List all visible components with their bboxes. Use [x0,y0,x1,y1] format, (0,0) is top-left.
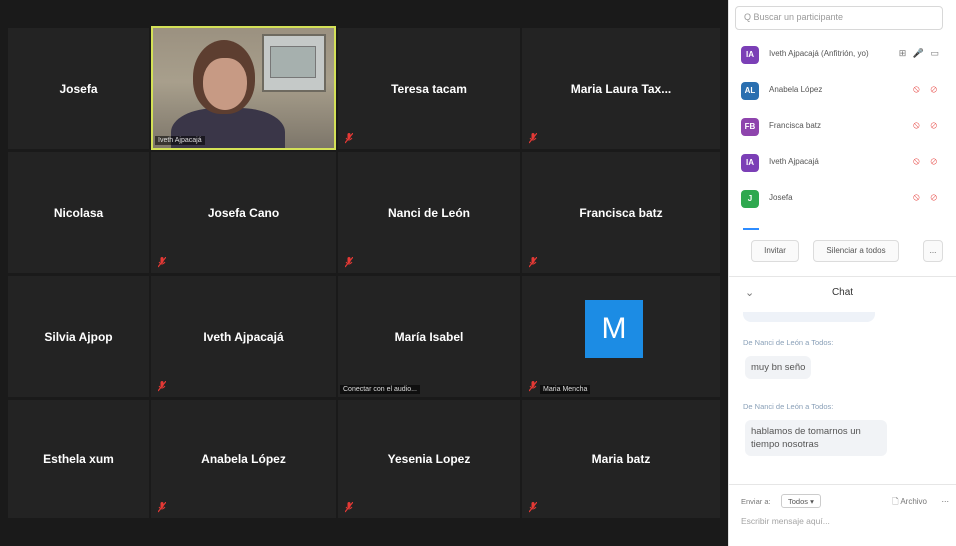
video-tile[interactable]: María Isabel Conectar con el audio... [338,276,520,397]
chat-header: ⌄ Chat [729,286,956,302]
video-tile[interactable]: M Maria Mencha [522,276,720,397]
video-tile[interactable]: Josefa Cano [151,152,336,273]
video-tile[interactable]: Esthela xum [8,400,149,518]
file-button[interactable]: 🗋 Archivo [892,496,927,510]
divider [729,484,956,485]
participant-name: Esthela xum [43,452,114,466]
avatar: IA [741,46,759,64]
person-face [203,58,247,110]
participant-row-name: Iveth Ajpacajá (Anfitrión, yo) [769,49,869,58]
video-gallery: Josefa Iveth Ajpacajá Teresa tacam Maria… [0,0,728,546]
video-tile[interactable]: Teresa tacam [338,28,520,149]
participant-name: Josefa Cano [207,205,280,220]
chat-message-bubble: muy bn seño [745,356,812,379]
participant-row[interactable]: FB Francisca batz ⦸ ⊘ [741,116,953,138]
avatar: FB [741,118,759,136]
avatar: J [741,190,759,208]
video-tile[interactable]: Iveth Ajpacajá [151,276,336,397]
chat-message-bubble: hablamos de tomarnos un tiempo nosotras [745,420,887,456]
video-tile-active-speaker[interactable]: Iveth Ajpacajá [151,26,336,150]
list-scroll-indicator[interactable] [743,228,759,230]
video-tile[interactable]: Maria Laura Tax... [522,28,720,149]
participant-name: Nicolasa [53,205,104,220]
chat-more-button[interactable]: ... [941,494,949,504]
video-tile[interactable]: Silvia Ajpop [8,276,149,397]
participant-name: Maria batz [591,452,651,466]
chat-message-bubble-previous [743,312,875,322]
video-tile[interactable]: Francisca batz [522,152,720,273]
file-icon: 🗋 [892,497,899,506]
participant-caption: Maria Mencha [540,385,591,394]
mute-all-button[interactable]: Silenciar a todos [813,240,899,262]
chat-title: Chat [831,287,854,298]
participant-caption: Conectar con el audio... [340,385,420,394]
participant-name: Josefa [59,81,98,96]
muted-mic-icon [529,381,538,392]
participant-row-name: Francisca batz [769,121,822,130]
video-tile[interactable]: Anabela López [151,400,336,518]
participant-name: Teresa tacam [391,81,467,96]
participant-row-name: Iveth Ajpacajá [769,157,819,166]
participant-row[interactable]: IA Iveth Ajpacajá (Anfitrión, yo) ⊞ 🎤 ▭ [741,44,953,66]
video-tile[interactable]: Maria batz [522,400,720,518]
participant-row[interactable]: J Josefa ⦸ ⊘ [741,188,953,210]
video-tile[interactable]: Nicolasa [8,152,149,273]
participant-row[interactable]: AL Anabela López ⦸ ⊘ [741,80,953,102]
participant-name: Maria Laura Tax... [570,81,672,96]
muted-mic-video-off-icon[interactable]: ⦸ ⊘ [913,120,941,131]
participant-caption: Iveth Ajpacajá [155,136,205,145]
muted-mic-icon [345,502,354,513]
participant-name: Iveth Ajpacajá [203,329,284,344]
muted-mic-icon [345,257,354,268]
participant-name: Yesenia Lopez [387,452,471,466]
chat-message-meta: De Nanci de León a Todos: [743,338,834,347]
camera-feed [153,28,334,148]
participant-search-input[interactable]: Q Buscar un participante [735,6,943,30]
invite-button[interactable]: Invitar [751,240,799,262]
muted-mic-video-off-icon[interactable]: ⦸ ⊘ [913,192,941,203]
video-tile[interactable]: Nanci de León [338,152,520,273]
participant-name: Nanci de León [387,205,470,220]
participant-row-name: Anabela López [769,85,823,94]
side-panel: Q Buscar un participante IA Iveth Ajpaca… [728,0,956,546]
file-label: Archivo [900,497,927,506]
muted-mic-icon [529,133,538,144]
recipient-select[interactable]: Todos ▾ [781,494,821,508]
host-controls-icon[interactable]: ⊞ 🎤 ▭ [899,48,941,59]
muted-mic-icon [158,257,167,268]
background-window [262,34,326,92]
video-tile[interactable]: Josefa [8,28,149,149]
participant-name: Silvia Ajpop [44,329,113,344]
participant-name: Anabela López [201,452,286,466]
avatar: AL [741,82,759,100]
avatar: M [585,300,643,358]
chat-message-meta: De Nanci de León a Todos: [743,402,834,411]
participant-name: Francisca batz [579,205,663,220]
muted-mic-video-off-icon[interactable]: ⦸ ⊘ [913,84,941,95]
muted-mic-video-off-icon[interactable]: ⦸ ⊘ [913,156,941,167]
participant-name: María Isabel [394,329,464,344]
avatar: IA [741,154,759,172]
muted-mic-icon [529,257,538,268]
more-options-button[interactable]: ... [923,240,943,262]
muted-mic-icon [158,502,167,513]
chat-message-input[interactable]: Escribir mensaje aquí... [741,516,830,526]
muted-mic-icon [158,381,167,392]
muted-mic-icon [345,133,354,144]
divider [729,276,956,277]
participant-row[interactable]: IA Iveth Ajpacajá ⦸ ⊘ [741,152,953,174]
send-to-label: Enviar a: [741,497,771,506]
chat-recipient-row: Enviar a: Todos ▾ 🗋 Archivo ... [741,494,949,510]
video-tile[interactable]: Yesenia Lopez [338,400,520,518]
participant-row-name: Josefa [769,193,793,202]
muted-mic-icon [529,502,538,513]
